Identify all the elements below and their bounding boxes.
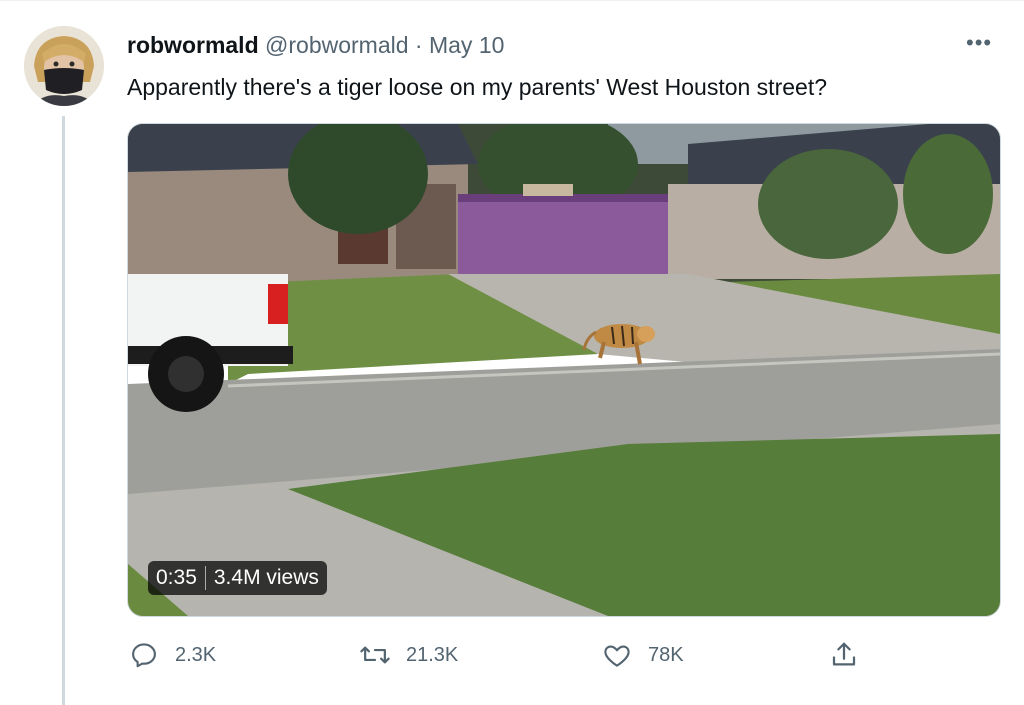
share-button[interactable] xyxy=(827,638,861,672)
tweet-header: robwormald @robwormald · May 10 xyxy=(127,30,504,60)
video-thumbnail xyxy=(128,124,1000,616)
reply-button[interactable]: 2.3K xyxy=(127,638,216,672)
user-handle[interactable]: @robwormald xyxy=(265,32,409,58)
reply-icon xyxy=(127,638,161,672)
action-bar: 2.3K 21.3K 78K xyxy=(127,638,999,674)
more-options-icon[interactable]: ••• xyxy=(966,30,992,56)
video-views: 3.4M views xyxy=(213,566,319,589)
avatar[interactable] xyxy=(24,26,104,106)
like-button[interactable]: 78K xyxy=(600,638,684,672)
thread-line xyxy=(62,116,65,705)
tweet-date[interactable]: May 10 xyxy=(429,32,504,58)
retweet-button[interactable]: 21.3K xyxy=(358,638,458,672)
video-player[interactable]: 0:35 3.4M views xyxy=(127,123,1001,617)
retweet-count: 21.3K xyxy=(406,643,459,666)
badge-separator xyxy=(204,566,206,590)
share-icon xyxy=(827,638,861,672)
retweet-icon xyxy=(358,638,392,672)
avatar-image xyxy=(24,26,104,106)
reply-count: 2.3K xyxy=(175,643,217,666)
display-name[interactable]: robwormald xyxy=(127,32,259,58)
tweet-text: Apparently there's a tiger loose on my p… xyxy=(127,74,827,100)
separator: · xyxy=(414,32,423,58)
heart-icon xyxy=(600,638,634,672)
video-info-badge: 0:35 3.4M views xyxy=(148,561,327,595)
video-duration: 0:35 xyxy=(156,566,197,589)
top-divider xyxy=(0,0,1024,1)
like-count: 78K xyxy=(648,643,684,666)
